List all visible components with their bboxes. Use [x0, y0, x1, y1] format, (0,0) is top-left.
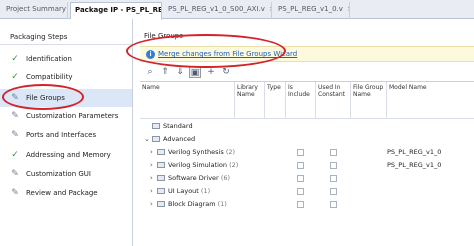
folder-icon: [157, 188, 165, 194]
row-name: UI Layout: [168, 187, 199, 195]
header-divider: [140, 118, 474, 119]
column-header-file-group-name[interactable]: File Group Name: [351, 82, 387, 118]
step-label: Customization Parameters: [26, 112, 119, 120]
row-count: (1): [200, 187, 211, 195]
folder-icon: [157, 162, 165, 168]
pencil-icon: ✎: [11, 130, 19, 140]
is-include-checkbox[interactable]: [297, 188, 304, 195]
pencil-icon: ✎: [11, 188, 19, 198]
used-in-constant-checkbox[interactable]: [330, 188, 337, 195]
tab-package-ip[interactable]: Package IP - PS_PL_REG×: [70, 2, 162, 20]
row-name-cell: UI Layout (1): [168, 185, 210, 198]
column-header-used-in-constant[interactable]: Used In Constant: [316, 82, 351, 118]
used-in-constant-checkbox[interactable]: [330, 149, 337, 156]
folder-icon: [152, 123, 160, 129]
step-customization-parameters[interactable]: ✎ Customization Parameters: [0, 107, 132, 125]
row-name: Software Driver: [168, 174, 219, 182]
column-header-type[interactable]: Type: [265, 82, 286, 118]
row-name: Verilog Synthesis: [168, 148, 224, 156]
expand-all-icon[interactable]: ⇓: [174, 66, 186, 78]
step-review-and-package[interactable]: ✎ Review and Package: [0, 184, 132, 202]
close-icon[interactable]: ×: [269, 5, 271, 13]
step-label: Identification: [26, 55, 72, 63]
row-name: Advanced: [163, 135, 196, 143]
search-icon[interactable]: ⌕: [144, 66, 156, 78]
step-label: Customization GUI: [26, 170, 91, 178]
step-addressing-and-memory[interactable]: ✓ Addressing and Memory: [0, 146, 132, 164]
table-row[interactable]: › Software Driver (6): [140, 172, 474, 185]
step-label: Ports and Interfaces: [26, 131, 97, 139]
folder-icon: [157, 175, 165, 181]
row-name: Block Diagram: [168, 200, 216, 208]
row-name-cell: Software Driver (6): [168, 172, 230, 185]
chevron-right-icon[interactable]: ›: [150, 172, 153, 185]
step-customization-gui[interactable]: ✎ Customization GUI: [0, 165, 132, 183]
check-icon: ✓: [11, 72, 19, 82]
close-icon[interactable]: ×: [347, 5, 349, 13]
row-count: (1): [217, 200, 227, 208]
table-row[interactable]: › UI Layout (1): [140, 185, 474, 198]
chevron-right-icon[interactable]: ›: [150, 185, 153, 198]
table-row[interactable]: › Block Diagram (1): [140, 198, 474, 211]
packaging-steps-panel: Packaging Steps ✓ Identification ✓ Compa…: [0, 19, 133, 246]
chevron-right-icon[interactable]: ›: [150, 146, 153, 159]
step-ports-and-interfaces[interactable]: ✎ Ports and Interfaces: [0, 126, 132, 144]
row-name-cell: Verilog Simulation (2): [168, 159, 238, 172]
chevron-right-icon[interactable]: ›: [150, 159, 153, 172]
tab-label: PS_PL_REG_v1_0.v: [278, 5, 343, 13]
model-name: PS_PL_REG_v1_0: [387, 161, 442, 169]
table-row[interactable]: › Verilog Synthesis (2) PS_PL_REG_v1_0: [140, 146, 474, 159]
row-count: (2): [225, 148, 236, 156]
step-compatibility[interactable]: ✓ Compatibility: [0, 68, 132, 86]
folder-icon: [157, 149, 165, 155]
step-label: Review and Package: [26, 189, 98, 197]
row-name: Verilog Simulation: [168, 161, 228, 169]
tab-top-file[interactable]: PS_PL_REG_v1_0.v ×: [274, 2, 350, 19]
collapse-all-icon[interactable]: ⇑: [159, 66, 171, 78]
table-row[interactable]: ⌄ Advanced: [140, 133, 474, 146]
chevron-down-icon[interactable]: ⌄: [144, 133, 150, 146]
check-icon: ✓: [11, 54, 19, 64]
step-label: Addressing and Memory: [26, 151, 111, 159]
used-in-constant-checkbox[interactable]: [330, 162, 337, 169]
tab-project-summary[interactable]: Project Summary×: [2, 2, 68, 19]
folder-icon: [157, 201, 165, 207]
row-name-cell: Verilog Synthesis (2): [168, 146, 235, 159]
column-header-name[interactable]: Name: [140, 82, 235, 118]
is-include-checkbox[interactable]: [297, 201, 304, 208]
annotation-ellipse-file-groups: [2, 84, 84, 110]
column-header-library-name[interactable]: Library Name: [235, 82, 265, 118]
table-row[interactable]: Standard: [140, 120, 474, 133]
column-header-model-name[interactable]: Model Name: [387, 82, 474, 118]
row-name: Standard: [163, 122, 193, 130]
tab-label: PS_PL_REG_v1_0_S00_AXI.v: [168, 5, 265, 13]
row-count: (6): [220, 174, 231, 182]
tab-s00-axi-file[interactable]: PS_PL_REG_v1_0_S00_AXI.v ×: [164, 2, 272, 19]
is-include-checkbox[interactable]: [297, 175, 304, 182]
step-label: Compatibility: [26, 73, 73, 81]
tab-label: Package IP - PS_PL_REG: [75, 6, 162, 14]
folder-icon: [152, 136, 160, 142]
row-name-cell: Block Diagram (1): [168, 198, 227, 211]
is-include-checkbox[interactable]: [297, 162, 304, 169]
step-identification[interactable]: ✓ Identification: [0, 50, 132, 68]
file-groups-table: Name Library Name Type Is Include Used I…: [140, 81, 474, 246]
is-include-checkbox[interactable]: [297, 149, 304, 156]
pencil-icon: ✎: [11, 111, 19, 121]
model-name: PS_PL_REG_v1_0: [387, 148, 442, 156]
row-count: (2): [229, 161, 239, 169]
column-header-is-include[interactable]: Is Include: [286, 82, 316, 118]
annotation-ellipse-merge-link: [126, 34, 286, 68]
editor-tab-bar: Project Summary× Package IP - PS_PL_REG×…: [0, 0, 474, 20]
tab-label: Project Summary: [6, 5, 67, 13]
packaging-steps-heading: Packaging Steps: [0, 30, 132, 45]
pencil-icon: ✎: [11, 169, 19, 179]
table-row[interactable]: › Verilog Simulation (2) PS_PL_REG_v1_0: [140, 159, 474, 172]
used-in-constant-checkbox[interactable]: [330, 201, 337, 208]
chevron-right-icon[interactable]: ›: [150, 198, 153, 211]
refresh-icon[interactable]: ↻: [220, 66, 232, 78]
used-in-constant-checkbox[interactable]: [330, 175, 337, 182]
check-icon: ✓: [11, 150, 19, 160]
